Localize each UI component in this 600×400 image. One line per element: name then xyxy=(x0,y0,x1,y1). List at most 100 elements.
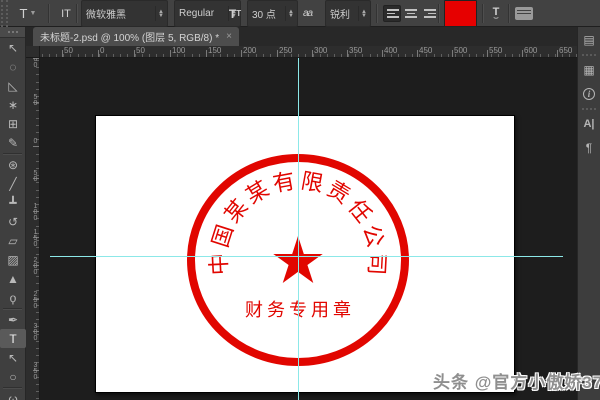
company-seal-graphic: 中国某某有 限责任公司财务专用章 xyxy=(187,154,409,366)
ruler-tick xyxy=(262,54,264,57)
eyedropper-tool-icon: ✎ xyxy=(7,135,19,150)
document-tab[interactable]: 未标题-2.psd @ 100% (图层 5, RGB/8) * × xyxy=(33,27,239,46)
font-size-select[interactable]: 30 点 ▲ ▼ xyxy=(247,0,298,27)
type-tool-icon: T xyxy=(19,6,28,21)
gradient-tool[interactable]: ▨ xyxy=(0,250,26,269)
info-panel-icon: i xyxy=(583,88,595,100)
watermark-text: 头条 @官方小傲娇375 xyxy=(433,373,600,392)
adjustments-panel-icon[interactable]: ▦ xyxy=(578,58,600,82)
ruler-origin-corner[interactable] xyxy=(26,46,40,58)
ruler-label: 500 xyxy=(454,46,468,55)
ellipse-shape-tool[interactable]: ○ xyxy=(0,367,26,386)
ruler-label: 0 xyxy=(100,46,105,55)
eyedropper-tool[interactable]: ✎ xyxy=(0,133,26,152)
tool-group-divider xyxy=(3,387,22,388)
ruler-tick xyxy=(36,254,39,256)
ruler-major-tick xyxy=(452,50,453,57)
dock-icon-list: ▤ ▦ i A| ¶ xyxy=(578,28,600,160)
pen-tool-icon: ✒ xyxy=(7,312,19,327)
eraser-tool[interactable]: ▱ xyxy=(0,231,26,250)
crop-tool[interactable]: ⊞ xyxy=(0,114,26,133)
panels-dock: ◂◂ ▤▦iA|¶ xyxy=(577,20,600,400)
ruler-major-tick xyxy=(312,50,313,57)
crop-tool-icon: ⊞ xyxy=(7,116,19,131)
options-bar-grip[interactable] xyxy=(1,0,8,27)
character-panel-icon[interactable]: A| xyxy=(578,112,600,136)
divider xyxy=(48,4,49,23)
ruler-tick xyxy=(412,54,414,57)
toggle-panels-button[interactable] xyxy=(515,7,533,20)
brush-tool[interactable]: ╱ xyxy=(0,174,26,193)
anti-alias-select[interactable]: 锐利 ▲ ▼ xyxy=(325,0,371,27)
divider xyxy=(438,4,439,23)
tool-list: ↖◌◺∗⊞✎⊛╱┻↺▱▨▲ϙ✒T↖○ωQ xyxy=(0,38,26,400)
ruler-major-tick xyxy=(33,146,39,147)
close-tab-icon[interactable]: × xyxy=(226,31,232,42)
font-family-select[interactable]: 微软雅黑 ▲ ▼ xyxy=(81,0,168,27)
ruler-label: 450 xyxy=(419,46,433,55)
tool-group-divider xyxy=(3,153,22,154)
hand-tool-icon: ω xyxy=(8,391,18,400)
text-color-swatch[interactable] xyxy=(444,0,477,27)
marquee-tool[interactable]: ◌ xyxy=(0,57,26,76)
blur-tool[interactable]: ▲ xyxy=(0,269,26,288)
document-tab-bar: 未标题-2.psd @ 100% (图层 5, RGB/8) * × xyxy=(26,27,577,46)
ruler-label: 200 xyxy=(243,46,257,55)
align-right-button[interactable] xyxy=(421,5,439,22)
ruler-major-tick xyxy=(277,50,278,57)
eraser-tool-icon: ▱ xyxy=(8,233,18,248)
ruler-label: 250 xyxy=(32,291,39,309)
tools-panel-grip[interactable] xyxy=(0,27,25,38)
type-tool[interactable]: T xyxy=(0,329,26,348)
ruler-label: 250 xyxy=(279,46,293,55)
horizontal-guide[interactable] xyxy=(50,256,563,257)
path-selection-tool[interactable]: ↖ xyxy=(0,348,26,367)
ruler-tick xyxy=(36,398,39,400)
quick-selection-tool[interactable]: ∗ xyxy=(0,95,26,114)
hand-tool[interactable]: ω xyxy=(0,389,26,400)
vertical-ruler[interactable]: 100 50 0 50 100 150 200 250 300 350 xyxy=(26,58,40,400)
ruler-major-tick xyxy=(98,50,99,57)
ruler-label: 100 xyxy=(32,58,39,68)
move-tool[interactable]: ↖ xyxy=(0,38,26,57)
document-title: 未标题-2.psd @ 100% (图层 5, RGB/8) * xyxy=(40,33,220,44)
dodge-tool[interactable]: ϙ xyxy=(0,288,26,307)
spot-healing-tool[interactable]: ⊛ xyxy=(0,155,26,174)
dodge-tool-icon: ϙ xyxy=(9,290,17,305)
ruler-tick xyxy=(36,182,39,184)
ruler-tick xyxy=(447,54,449,57)
ruler-label: 300 xyxy=(314,46,328,55)
tool-preset-picker[interactable]: T ▼ xyxy=(13,0,43,27)
horizontal-ruler[interactable]: 50 0 50 100 150 200 250 300 350 400 450 500 550 600 65… xyxy=(40,46,577,58)
ruler-tick xyxy=(36,391,39,393)
ruler-label: 300 xyxy=(32,323,39,341)
ruler-tick xyxy=(511,54,513,57)
ruler-label: 600 xyxy=(524,46,538,55)
align-left-button[interactable] xyxy=(383,5,401,22)
ruler-label: 150 xyxy=(32,229,39,247)
lasso-tool[interactable]: ◺ xyxy=(0,76,26,95)
ruler-label: 200 xyxy=(32,257,39,275)
info-panel-icon[interactable]: i xyxy=(578,82,600,106)
vertical-guide[interactable] xyxy=(298,46,299,400)
ruler-tick xyxy=(148,54,150,57)
styles-panel-icon[interactable]: ▤ xyxy=(578,28,600,52)
warp-text-button[interactable]: T ⌣ xyxy=(488,0,504,27)
ruler-label: 50 xyxy=(32,170,39,182)
ruler-label: 650 xyxy=(559,46,573,55)
ruler-tick xyxy=(84,54,86,57)
seal-arc-text-char: 有 xyxy=(271,169,297,198)
ruler-tick xyxy=(483,54,485,57)
ruler-tick xyxy=(163,54,165,57)
ruler-tick xyxy=(120,54,122,57)
ruler-major-tick xyxy=(62,50,63,57)
seal-arc-text-char: 国 xyxy=(208,222,239,251)
pen-tool[interactable]: ✒ xyxy=(0,310,26,329)
paragraph-panel-icon[interactable]: ¶ xyxy=(578,136,600,160)
align-center-button[interactable] xyxy=(402,5,420,22)
history-brush-tool[interactable]: ↺ xyxy=(0,212,26,231)
ruler-label: 50 xyxy=(32,94,39,106)
clone-stamp-tool[interactable]: ┻ xyxy=(0,193,26,212)
marquee-tool-icon: ◌ xyxy=(9,59,17,74)
ruler-tick xyxy=(504,54,506,57)
